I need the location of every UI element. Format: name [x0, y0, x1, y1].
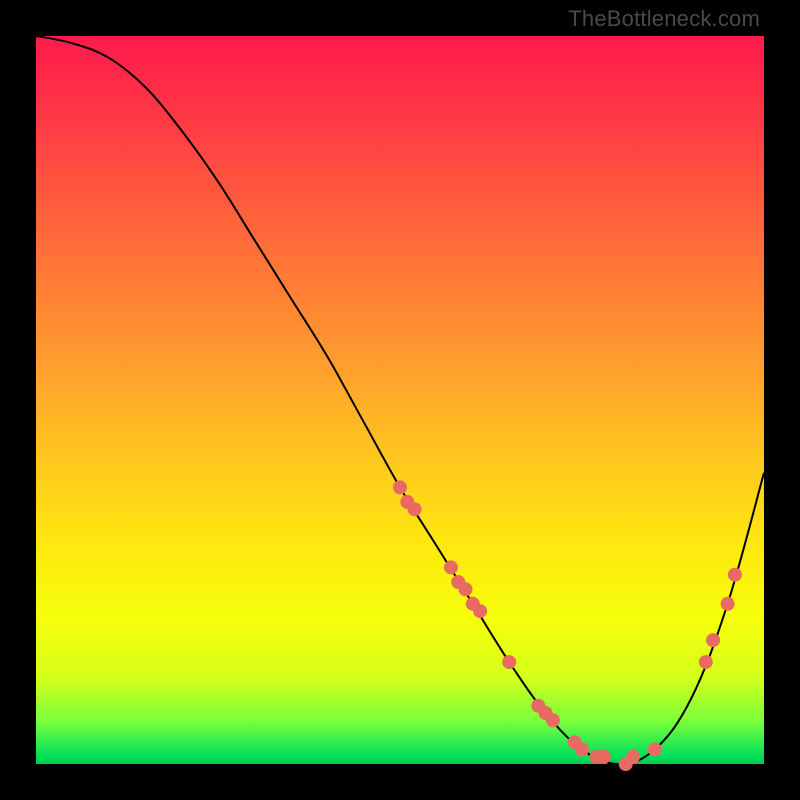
marker-dot	[597, 750, 611, 764]
marker-dot	[575, 742, 589, 756]
marker-dot	[444, 560, 458, 574]
plot-area	[36, 36, 764, 764]
marker-dot	[546, 713, 560, 727]
marker-dot	[721, 597, 735, 611]
attribution-text: TheBottleneck.com	[568, 6, 760, 32]
marker-dot	[728, 568, 742, 582]
marker-dot	[408, 502, 422, 516]
marker-dot	[502, 655, 516, 669]
curve-layer	[36, 36, 764, 764]
marker-dot	[473, 604, 487, 618]
marker-dot	[648, 742, 662, 756]
marker-dot	[393, 480, 407, 494]
marker-dots	[393, 480, 742, 771]
marker-dot	[459, 582, 473, 596]
chart-stage: TheBottleneck.com	[0, 0, 800, 800]
marker-dot	[626, 750, 640, 764]
bottleneck-curve	[36, 36, 764, 764]
marker-dot	[699, 655, 713, 669]
marker-dot	[706, 633, 720, 647]
